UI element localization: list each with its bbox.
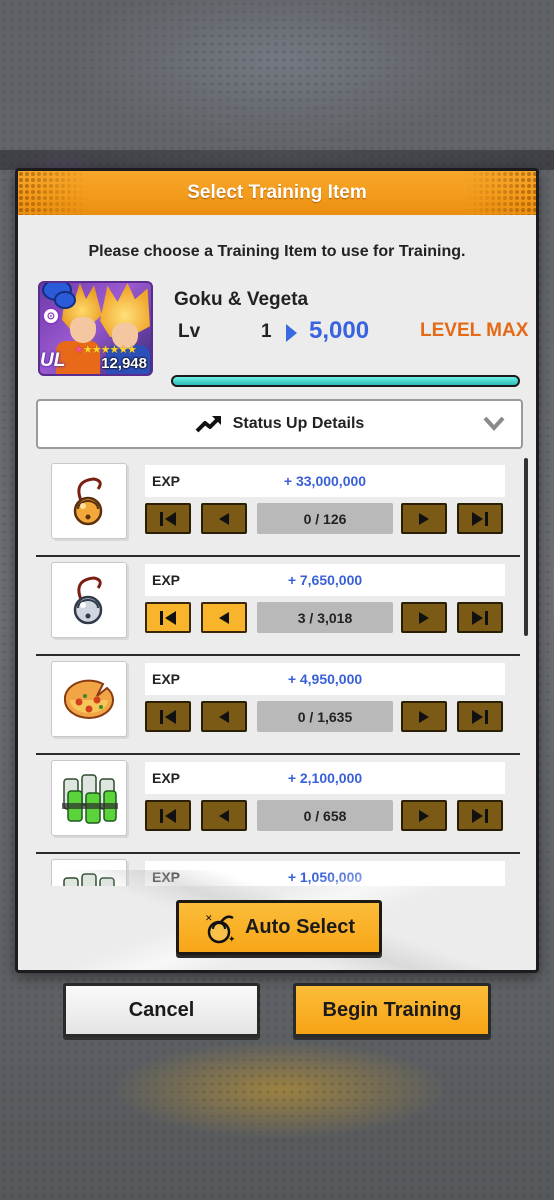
- chevron-down-icon: [483, 416, 505, 431]
- level-current: 1: [261, 321, 272, 342]
- exp-value: + 7,650,000: [287, 572, 363, 588]
- training-item-dialog: Select Training Item Please choose a Tra…: [15, 168, 539, 973]
- increase-quantity-button[interactable]: [401, 602, 447, 633]
- decrease-quantity-button[interactable]: [201, 503, 247, 534]
- character-summary: ⊙ UL ★★★★★★★ 12,948 Goku & Vegeta Lv 1 5…: [18, 275, 536, 376]
- training-item-list[interactable]: EXP + 33,000,000 0 / 126 EXP + 7,650,000…: [36, 458, 528, 886]
- svg-text:✕: ✕: [205, 913, 213, 923]
- ultra-badge: UL: [40, 350, 66, 371]
- character-portrait[interactable]: ⊙ UL ★★★★★★★ 12,948: [38, 281, 153, 376]
- exp-value: + 2,100,000: [287, 770, 363, 786]
- pizza-icon[interactable]: [51, 661, 127, 737]
- increase-quantity-button[interactable]: [401, 800, 447, 831]
- decrease-quantity-button[interactable]: [201, 701, 247, 732]
- power-value: 12,948: [101, 355, 147, 372]
- training-item-row: EXP + 4,950,000 0 / 1,635: [36, 656, 520, 755]
- exp-value: + 4,950,000: [287, 671, 363, 687]
- min-quantity-button[interactable]: [145, 701, 191, 732]
- max-quantity-button[interactable]: [457, 602, 503, 633]
- exp-progress-fill: [173, 377, 518, 385]
- list-scrollbar[interactable]: [524, 458, 528, 636]
- gold-bell-icon[interactable]: [51, 463, 127, 539]
- training-item-row: EXP + 2,100,000 0 / 658: [36, 755, 520, 854]
- level-max-label: LEVEL MAX: [420, 320, 529, 341]
- max-quantity-button[interactable]: [457, 503, 503, 534]
- quantity-count: 3 / 3,018: [257, 602, 393, 633]
- level-label: Lv: [178, 321, 201, 342]
- training-item-row: EXP + 1,050,000: [36, 854, 520, 886]
- status-up-details-button[interactable]: Status Up Details: [36, 399, 523, 449]
- quantity-count: 0 / 126: [257, 503, 393, 534]
- training-item-row: EXP + 7,650,000 3 / 3,018: [36, 557, 520, 656]
- trend-up-icon: [195, 416, 221, 433]
- training-item-row: EXP + 33,000,000 0 / 126: [36, 458, 520, 557]
- increase-quantity-button[interactable]: [401, 701, 447, 732]
- exp-progress-bar: [171, 375, 520, 387]
- begin-training-button[interactable]: Begin Training: [293, 983, 491, 1037]
- cancel-button[interactable]: Cancel: [63, 983, 260, 1037]
- silver-bell-icon[interactable]: [51, 562, 127, 638]
- quantity-count: 0 / 1,635: [257, 701, 393, 732]
- instruction-text: Please choose a Training Item to use for…: [88, 243, 466, 260]
- exp-info: EXP + 2,100,000: [145, 762, 505, 794]
- character-name: Goku & Vegeta: [174, 289, 309, 310]
- exp-info: EXP + 4,950,000: [145, 663, 505, 695]
- min-quantity-button[interactable]: [145, 602, 191, 633]
- dialog-header: Select Training Item: [18, 171, 536, 215]
- energy-drink-pack-icon[interactable]: [51, 859, 127, 886]
- bell-sparkle-icon: ✕ ✦: [205, 913, 236, 944]
- dialog-title: Select Training Item: [187, 182, 367, 203]
- arrow-right-icon: [286, 324, 297, 342]
- auto-select-button[interactable]: ✕ ✦ Auto Select: [176, 900, 382, 955]
- level-target: 5,000: [309, 317, 370, 344]
- exp-info: EXP + 33,000,000: [145, 465, 505, 497]
- quantity-count: 0 / 658: [257, 800, 393, 831]
- min-quantity-button[interactable]: [145, 800, 191, 831]
- svg-text:✦: ✦: [228, 934, 236, 944]
- status-up-details-label: Status Up Details: [232, 415, 365, 432]
- min-quantity-button[interactable]: [145, 503, 191, 534]
- exp-info: EXP + 1,050,000: [145, 861, 505, 886]
- max-quantity-button[interactable]: [457, 701, 503, 732]
- exp-value: + 1,050,000: [287, 869, 363, 885]
- exp-value: + 33,000,000: [283, 473, 367, 489]
- max-quantity-button[interactable]: [457, 800, 503, 831]
- energy-drink-pack-icon[interactable]: [51, 760, 127, 836]
- exp-info: EXP + 7,650,000: [145, 564, 505, 596]
- decrease-quantity-button[interactable]: [201, 602, 247, 633]
- increase-quantity-button[interactable]: [401, 503, 447, 534]
- background-stripe: [0, 150, 554, 170]
- auto-select-label: Auto Select: [244, 916, 356, 938]
- decrease-quantity-button[interactable]: [201, 800, 247, 831]
- rank-badge-icon: ⊙: [42, 307, 60, 325]
